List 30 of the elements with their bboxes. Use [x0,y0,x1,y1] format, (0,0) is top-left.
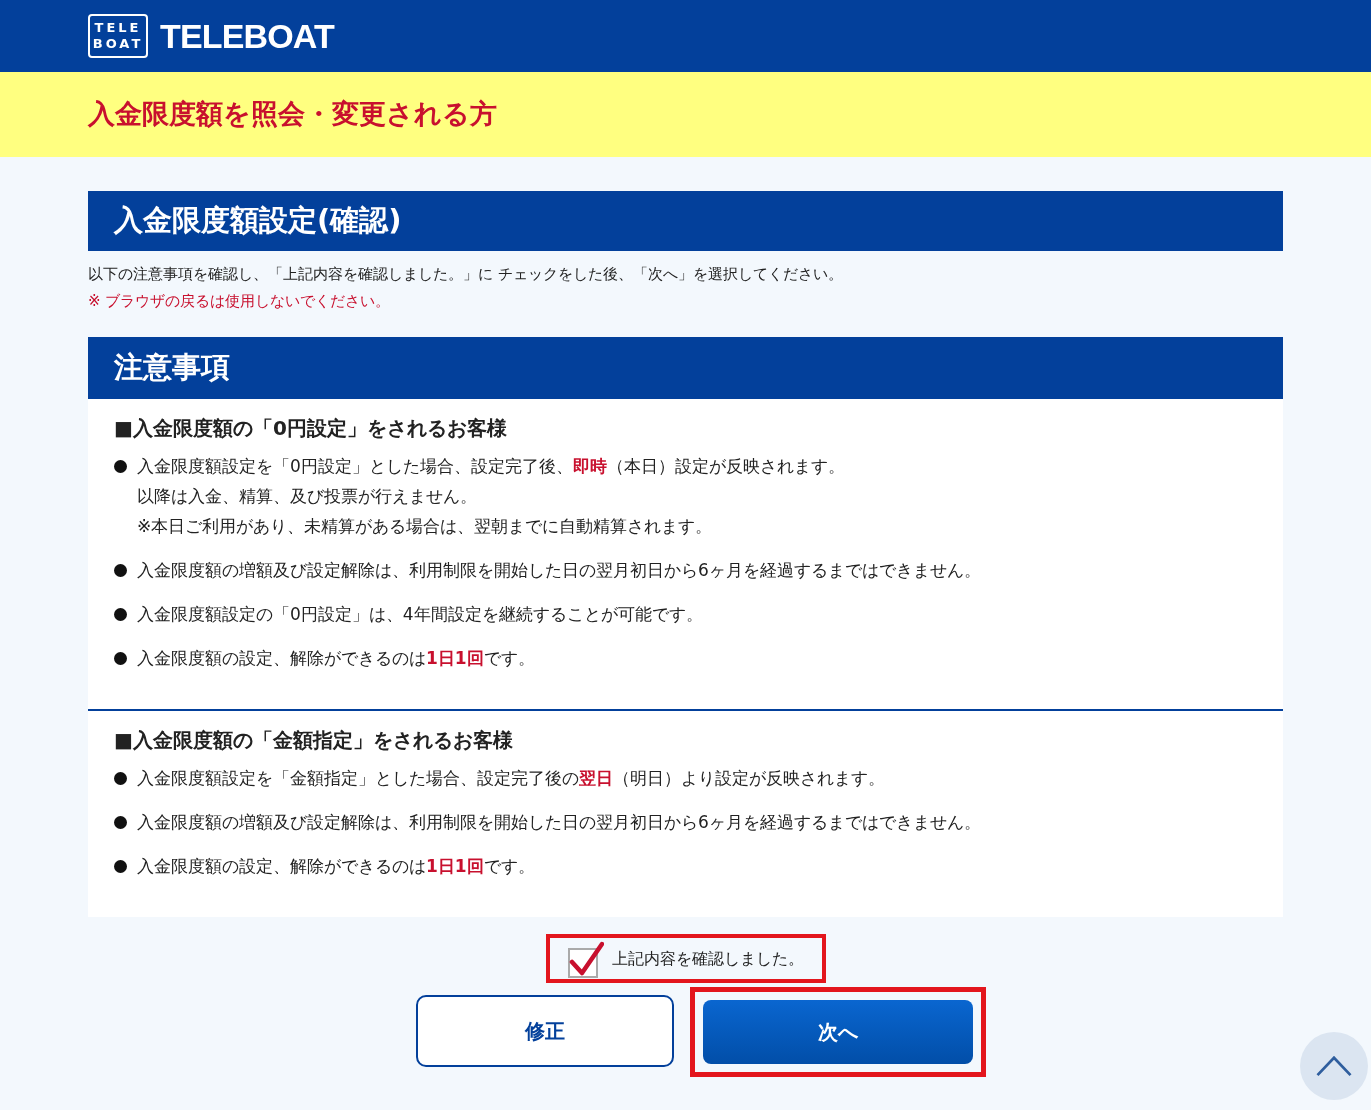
bullet-icon [114,564,127,577]
notes-title: 注意事項 [114,349,230,387]
note-text: 入金限度額の増額及び設定解除は、利用制限を開始した日の翌月初日から6ヶ月を経過するまではできません。 [137,811,981,834]
note-text: 入金限度額設定を「0円設定」とした場合、設定完了後、即時（本日）設定が反映されます。 [137,455,845,478]
bullet-icon [114,652,127,665]
note-text: 入金限度額の設定、解除ができるのは1日1回です。 [137,855,535,878]
bullet-icon [114,608,127,621]
note-text: 入金限度額の増額及び設定解除は、利用制限を開始した日の翌月初日から6ヶ月を経過するまではできません。 [137,559,981,582]
bullet-icon [114,860,127,873]
logo-text: TELEBOAT [160,15,334,57]
chevron-up-icon [1315,1055,1353,1077]
group-heading: ■入金限度額の「金額指定」をされるお客様 [114,727,514,754]
note-text: 入金限度額設定の「0円設定」は、4年間設定を継続することが可能です。 [137,603,703,626]
note-text: 入金限度額の設定、解除ができるのは1日1回です。 [137,647,535,670]
warning-text: ※ ブラウザの戻るは使用しないでください。 [88,291,392,312]
next-button[interactable]: 次へ [702,1000,973,1064]
note-text: 以降は入金、精算、及び投票が行えません。 [137,485,478,508]
bullet-icon [114,460,127,473]
instruction-text: 以下の注意事項を確認し、「上記内容を確認しました。」に チェックをした後、「次へ」を選択してください。 [88,264,844,285]
confirm-checkbox[interactable] [567,939,604,978]
group-heading: ■入金限度額の「0円設定」をされるお客様 [114,415,508,442]
note-text: 入金限度額設定を「金額指定」とした場合、設定完了後の翌日（明日）より設定が反映されます。 [137,767,885,790]
bullet-icon [114,772,127,785]
back-button[interactable]: 修正 [415,995,674,1067]
section-title: 入金限度額設定(確認) [114,202,402,240]
note-text: ※本日ご利用があり、未精算がある場合は、翌朝までに自動精算されます。 [137,515,714,538]
bullet-icon [114,816,127,829]
logo-mark: TELE BOAT [88,14,148,58]
confirm-label: 上記内容を確認しました。 [611,947,804,970]
page-title: 入金限度額を照会・変更される方 [88,97,497,132]
